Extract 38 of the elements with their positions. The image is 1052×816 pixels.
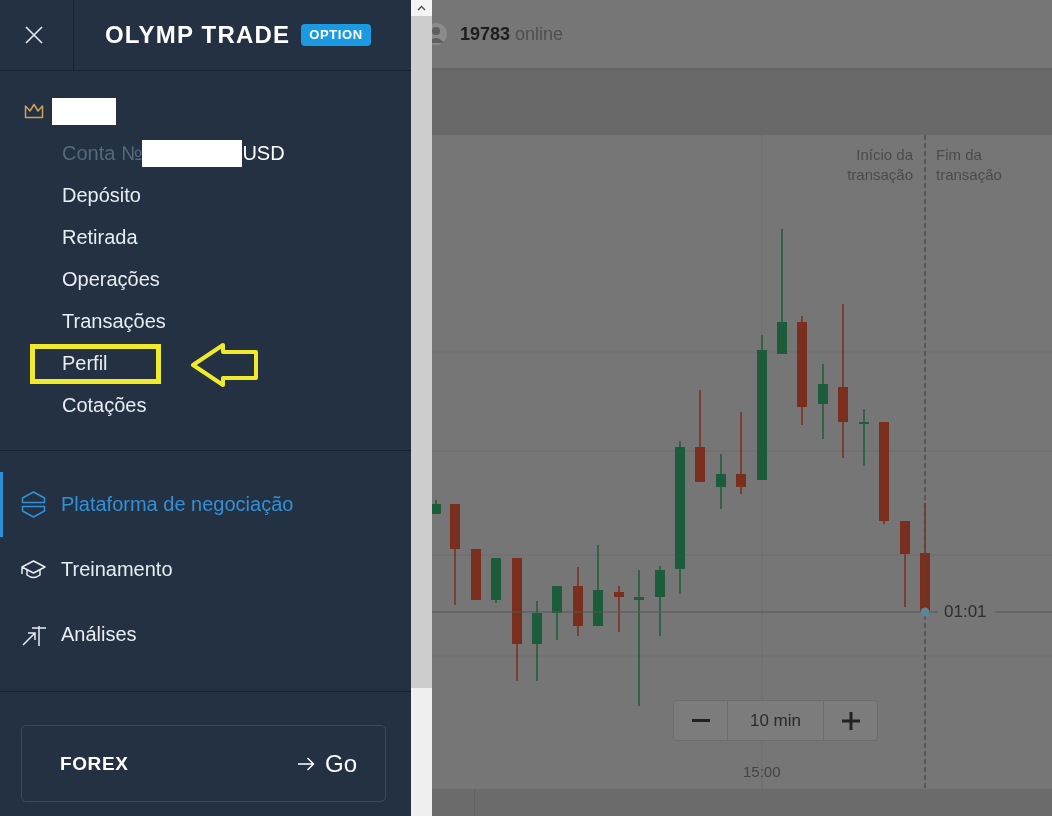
plus-icon xyxy=(841,711,860,730)
candlestick xyxy=(655,565,665,637)
hexagon-icon xyxy=(20,490,47,519)
countdown-label: 01:01 xyxy=(944,602,987,622)
brand-logo: OLYMP TRADE xyxy=(105,21,291,49)
scrollbar-thumb[interactable] xyxy=(411,16,432,688)
candlestick xyxy=(552,585,562,641)
redaction-block xyxy=(52,97,116,125)
scroll-up-button[interactable] xyxy=(411,0,432,16)
zoom-interval: 10 min xyxy=(749,709,802,732)
account-menu-link[interactable]: Perfil xyxy=(62,351,108,375)
arrow-right-icon xyxy=(297,756,315,771)
minus-icon xyxy=(691,718,710,723)
nav-link[interactable]: Análises xyxy=(0,602,411,667)
candlestick xyxy=(716,453,726,510)
currency-label: USD xyxy=(242,141,285,165)
nav-link[interactable]: Treinamento xyxy=(0,537,411,602)
candlestick xyxy=(573,566,583,637)
account-menu-link[interactable]: Cotações xyxy=(62,393,147,417)
account-menu-link[interactable]: Retirada xyxy=(62,225,138,249)
candlestick xyxy=(432,499,441,515)
price-dot-icon xyxy=(920,607,930,617)
go-link[interactable]: Go xyxy=(297,749,357,778)
candlestick xyxy=(859,408,869,467)
account-menu-link[interactable]: Depósito xyxy=(62,183,141,207)
crown-icon xyxy=(24,103,44,119)
candlestick xyxy=(614,585,624,633)
account-menu-link[interactable]: Transações xyxy=(62,309,166,333)
forex-title: FOREX xyxy=(60,752,129,775)
caret-up-icon xyxy=(417,5,426,11)
candlestick xyxy=(471,548,481,601)
callout-arrow xyxy=(189,342,259,388)
account-menu-link[interactable]: Operações xyxy=(62,267,160,291)
candlestick xyxy=(491,557,501,604)
product-badge: OPTION xyxy=(301,24,371,46)
graduation-cap-icon xyxy=(20,558,47,581)
close-icon xyxy=(25,26,43,44)
account-label: Conta № xyxy=(62,141,143,165)
